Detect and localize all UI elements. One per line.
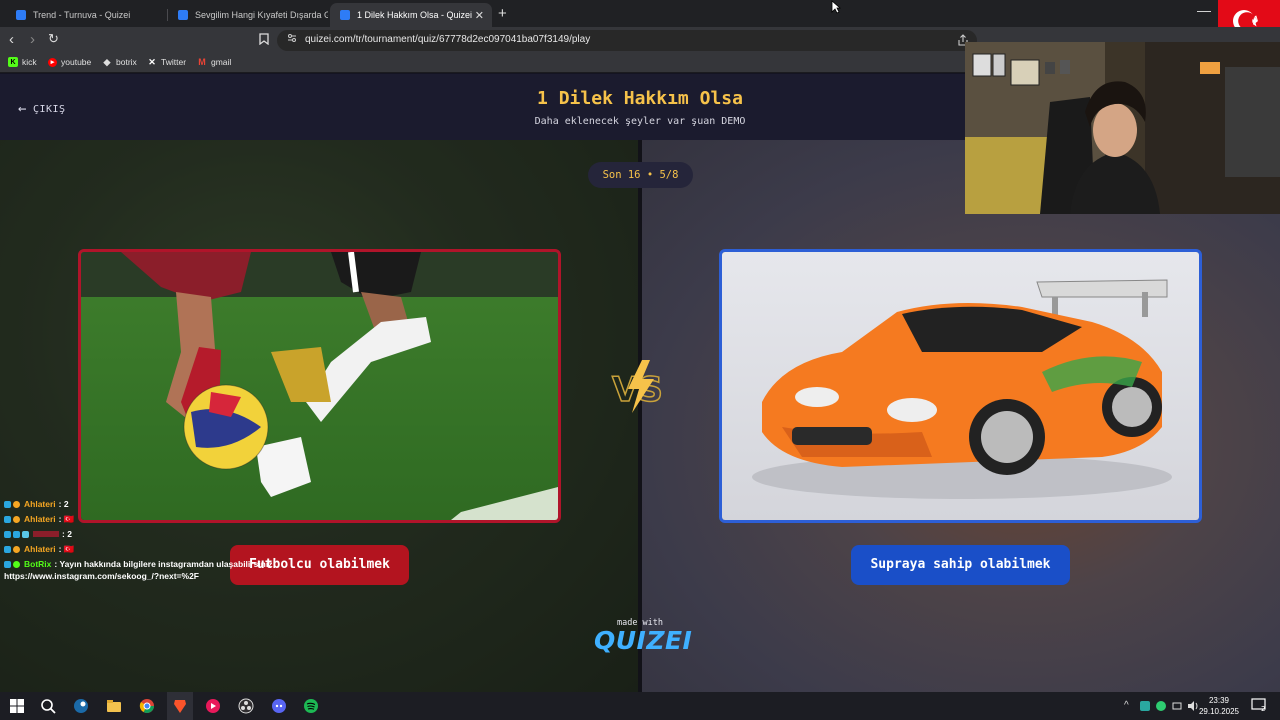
chat-line: Ahlateri : 🇹🇷 [4,513,74,525]
badge-icon [13,560,20,568]
badge-icon [4,560,11,568]
right-choice-button[interactable]: Supraya sahip olabilmek [851,545,1070,585]
steam-icon[interactable] [73,698,89,714]
mouse-cursor-icon [831,0,841,14]
quizei-favicon-icon [16,10,26,20]
chat-link-text[interactable]: https://www.instagram.com/sekoog_/?next=… [4,571,199,581]
chat-line: : 2 [4,528,72,540]
bookmark-youtube[interactable]: ▸ youtube [48,57,91,67]
close-tab-icon[interactable]: ✕ [475,9,484,22]
bookmark-page-icon[interactable] [259,33,269,45]
bookmark-kick[interactable]: K kick [8,57,37,67]
bookmark-botrix[interactable]: ◆ botrix [102,56,137,68]
obs-icon[interactable] [238,698,254,714]
screen: Trend - Turnuva - Quizei Sevgilim Hangi … [0,0,1280,720]
quizei-favicon-icon [340,10,350,20]
network-icon[interactable] [1172,701,1182,711]
badge-icon [13,530,20,538]
chrome-icon[interactable] [139,698,155,714]
left-choice-card[interactable] [78,249,561,523]
badge-icon [4,500,11,508]
vs-lightning-icon: VS [611,360,664,413]
svg-text:2: 2 [1261,705,1265,712]
badge-icon [4,515,11,523]
chat-line: BotRix : Yayın hakkında bilgilere instag… [4,558,272,570]
discord-icon[interactable] [271,698,287,714]
bookmark-gmail[interactable]: M gmail [197,57,231,67]
badge-icon [4,545,11,553]
center-divider [638,140,642,692]
minimize-icon[interactable]: — [1197,2,1211,18]
clock[interactable]: 23:39 29.10.2025 [1196,695,1242,717]
kick-icon: K [8,57,18,67]
tab-bar: Trend - Turnuva - Quizei Sevgilim Hangi … [0,0,1280,27]
round-indicator: Son 16 • 5/8 [588,162,693,188]
quizei-logo: QUIZEI [594,626,693,655]
right-choice-card[interactable] [719,249,1202,523]
gmail-icon: M [198,57,206,67]
tab-sevgilim[interactable]: Sevgilim Hangi Kıyafeti Dışarda Giyeb [168,3,328,27]
youtube-icon: ▸ [48,57,57,67]
chat-line: Ahlateri : 2 [4,498,69,510]
forward-arrow-icon[interactable]: › [30,31,35,48]
show-hidden-icons-icon[interactable]: ^ [1124,700,1129,711]
reload-icon[interactable]: ↻ [48,31,59,47]
brave-icon[interactable] [172,698,188,714]
badge-icon [13,515,20,523]
tab-trend[interactable]: Trend - Turnuva - Quizei [6,3,166,27]
search-icon[interactable] [40,698,56,714]
football-player-image [81,252,558,520]
badge-icon [13,545,20,553]
media-player-icon[interactable] [205,698,221,714]
spotify-icon[interactable] [303,698,319,714]
new-tab-icon[interactable]: + [498,5,507,22]
bookmark-twitter[interactable]: ✕ Twitter [147,56,186,68]
x-twitter-icon: ✕ [148,56,156,67]
windows-taskbar: ^ 23:39 29.10.2025 2 [0,692,1280,720]
badge-icon [4,530,11,538]
windows-start-icon[interactable] [9,698,25,714]
badge-icon [22,530,29,538]
made-with-quizei[interactable]: made with QUIZEI [594,618,693,655]
quizei-favicon-icon [178,10,188,20]
chat-line: Ahlateri : 🇹🇷 [4,543,74,555]
file-explorer-icon[interactable] [106,698,122,714]
badge-icon [13,500,20,508]
webcam-overlay [965,42,1280,214]
notification-center-icon[interactable]: 2 [1251,698,1267,712]
tab-1-dilek[interactable]: 1 Dilek Hakkım Olsa - Quizei ✕ [330,3,492,27]
site-info-icon[interactable] [287,33,297,43]
url-text[interactable]: quizei.com/tr/tournament/quiz/67778d2ec0… [305,34,590,45]
botrix-icon: ◆ [103,56,111,67]
tray-status-icon[interactable] [1156,701,1166,711]
orange-supra-image [722,252,1199,520]
back-arrow-icon[interactable]: ‹ [9,31,14,48]
tray-app-icon[interactable] [1140,701,1150,711]
